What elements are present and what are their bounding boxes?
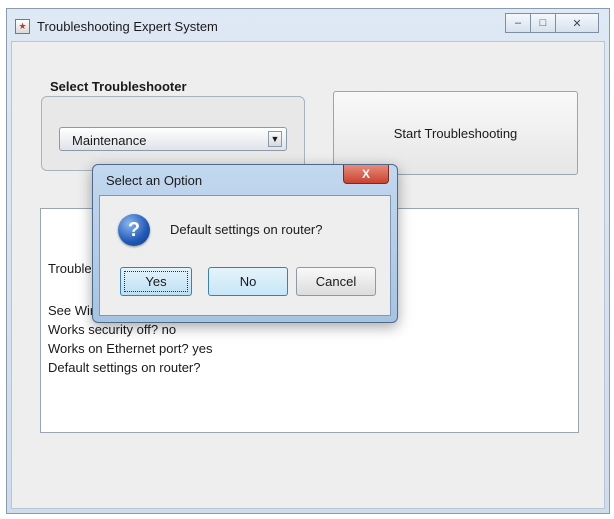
dialog-body: ? Default settings on router? Yes No Can… <box>99 195 391 316</box>
log-line: Works on Ethernet port? yes <box>48 341 213 356</box>
cancel-button[interactable]: Cancel <box>296 267 376 296</box>
close-button[interactable]: ✕ <box>555 13 599 33</box>
yes-button[interactable]: Yes <box>120 267 192 296</box>
dialog-close-button[interactable]: X <box>343 165 389 184</box>
minimize-button[interactable]: – <box>505 13 531 33</box>
focus-ring <box>124 271 188 292</box>
log-line: Default settings on router? <box>48 360 201 375</box>
troubleshooter-select[interactable]: Maintenance ▼ <box>59 127 287 151</box>
log-line: Works security off? no <box>48 322 177 337</box>
no-button[interactable]: No <box>208 267 288 296</box>
question-icon: ? <box>118 214 150 246</box>
select-value: Maintenance <box>72 133 147 148</box>
dialog-message: Default settings on router? <box>170 222 323 237</box>
dialog-title: Select an Option <box>106 173 203 188</box>
group-title: Select Troubleshooter <box>50 79 187 94</box>
java-app-icon: ★ <box>15 19 30 34</box>
chevron-down-icon[interactable]: ▼ <box>268 131 282 147</box>
start-troubleshooting-button[interactable]: Start Troubleshooting <box>333 91 578 175</box>
window-controls: – □ ✕ <box>505 13 599 33</box>
maximize-button[interactable]: □ <box>530 13 556 33</box>
title-bar[interactable]: ★ Troubleshooting Expert System – □ ✕ <box>7 9 609 41</box>
option-dialog: Select an Option X ? Default settings on… <box>92 164 398 323</box>
window-title: Troubleshooting Expert System <box>37 19 218 34</box>
